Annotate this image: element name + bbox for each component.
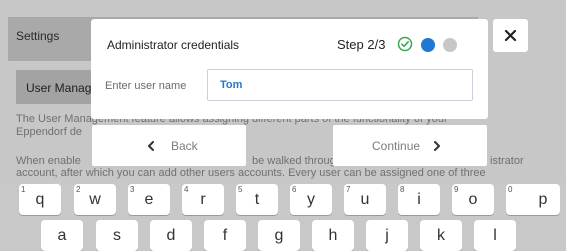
key-e[interactable]: 3 e <box>128 184 170 215</box>
background-subtab-label: User Manag <box>26 81 92 95</box>
key-letter: e <box>144 191 154 208</box>
key-u[interactable]: 7 u <box>344 184 386 215</box>
dialog-title: Administrator credentials <box>107 38 240 52</box>
back-button[interactable]: Back <box>92 125 246 166</box>
key-letter: u <box>360 191 370 208</box>
background-text-line: account, after which you can add other u… <box>16 167 486 179</box>
key-h[interactable]: h <box>312 220 354 251</box>
on-screen-keyboard: 1 q 2 w 3 e 4 r 5 t 6 y 7 u 8 i 9 o 0 p … <box>0 180 566 251</box>
step-dot-pending <box>443 38 457 52</box>
key-q[interactable]: 1 q <box>19 184 61 215</box>
user-name-value: Tom <box>220 79 243 91</box>
key-a[interactable]: a <box>41 220 83 251</box>
administrator-credentials-dialog: Administrator credentials Step 2/3 Enter… <box>91 19 488 119</box>
key-r[interactable]: 4 r <box>182 184 224 215</box>
key-p[interactable]: 0 p <box>506 184 560 215</box>
back-button-label: Back <box>171 139 198 153</box>
key-letter: i <box>417 191 421 208</box>
key-t[interactable]: 5 t <box>236 184 278 215</box>
key-letter: d <box>166 227 176 244</box>
chevron-right-icon <box>434 141 440 151</box>
key-s[interactable]: s <box>96 220 138 251</box>
key-letter: t <box>254 191 260 208</box>
key-w[interactable]: 2 w <box>74 184 116 215</box>
step-indicator-label: Step 2/3 <box>337 37 386 52</box>
key-o[interactable]: 9 o <box>452 184 494 215</box>
close-button[interactable] <box>493 19 528 52</box>
key-l[interactable]: l <box>474 220 516 251</box>
key-letter: r <box>200 191 206 208</box>
key-i[interactable]: 8 i <box>398 184 440 215</box>
key-letter: w <box>89 191 101 208</box>
key-number-hint: 0 <box>508 185 513 194</box>
user-name-label: Enter user name <box>105 80 187 92</box>
chevron-left-icon <box>148 141 154 151</box>
background-text-line: Eppendorf de <box>16 126 83 138</box>
key-letter: k <box>437 227 445 244</box>
close-icon <box>504 29 517 42</box>
background-text-line: istrator <box>490 155 524 167</box>
step-dot-current <box>421 38 435 52</box>
key-k[interactable]: k <box>420 220 462 251</box>
key-letter: q <box>35 191 45 208</box>
key-letter: f <box>222 227 228 244</box>
key-j[interactable]: j <box>366 220 408 251</box>
continue-button-label: Continue <box>372 139 421 153</box>
continue-button[interactable]: Continue <box>333 125 487 166</box>
key-letter: g <box>274 227 284 244</box>
key-letter: o <box>468 191 478 208</box>
background-header-title: Settings <box>16 29 60 43</box>
key-letter: y <box>307 191 315 208</box>
user-name-input[interactable]: Tom <box>207 69 473 101</box>
key-letter: p <box>538 191 548 208</box>
key-letter: a <box>57 227 67 244</box>
key-y[interactable]: 6 y <box>290 184 332 215</box>
key-d[interactable]: d <box>150 220 192 251</box>
key-letter: l <box>493 227 497 244</box>
key-letter: s <box>113 227 121 244</box>
check-circle-icon <box>397 36 413 52</box>
key-f[interactable]: f <box>204 220 246 251</box>
key-letter: j <box>385 227 389 244</box>
key-letter: h <box>328 227 338 244</box>
key-g[interactable]: g <box>258 220 300 251</box>
